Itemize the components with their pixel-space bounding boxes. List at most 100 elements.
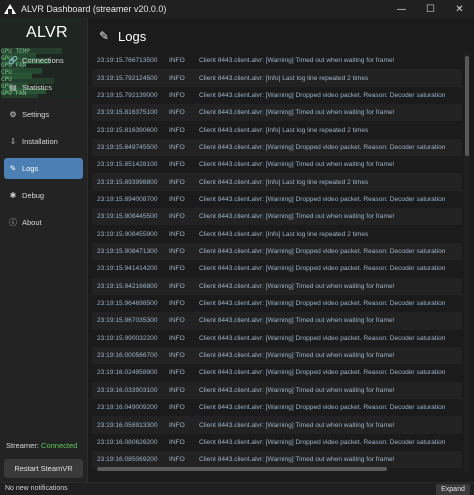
log-row: 23:19:15.908455900 INFO Client 8443.client…: [92, 226, 462, 243]
log-row: 23:19:15.967035300 INFO Client 8443.client…: [92, 312, 462, 330]
logs-icon: ✎: [9, 164, 17, 173]
log-level: INFO: [169, 230, 185, 238]
sidebar-item-debug[interactable]: ✱ Debug: [4, 185, 83, 206]
log-level: INFO: [169, 109, 185, 117]
log-message: Client 8443.client.alvr: [Warning] Dropp…: [199, 91, 446, 99]
log-level: INFO: [169, 57, 185, 65]
log-message: Client 8443.client.alvr: [Warning] Dropp…: [199, 438, 446, 446]
log-timestamp: 23:19:15.941414200: [97, 265, 158, 273]
notification-bar: No new notifications Expand: [0, 482, 474, 495]
main-panel: ✎ Logs 23:19:15.766713500 INFO Client 8443…: [89, 18, 474, 482]
log-row: 23:19:16.080626200 INFO Client 8443.client…: [92, 434, 462, 451]
log-level: INFO: [169, 317, 185, 325]
log-timestamp: 23:19:15.792124500: [97, 74, 158, 82]
log-message: Client 8443.client.alvr: [Info] Last log…: [199, 126, 369, 134]
sidebar-item-label: Settings: [22, 110, 50, 119]
maximize-button[interactable]: ☐: [416, 0, 445, 18]
log-level: INFO: [169, 386, 185, 394]
log-row: 23:19:15.816390600 INFO Client 8443.client…: [92, 121, 462, 138]
log-message: Client 8443.client.alvr: [Warning] Timed…: [199, 161, 395, 169]
notification-text: No new notifications: [5, 485, 68, 492]
log-row: 23:19:15.942166800 INFO Client 8443.client…: [92, 277, 462, 295]
log-timestamp: 23:19:15.964698500: [97, 300, 158, 308]
log-timestamp: 23:19:15.967035300: [97, 317, 158, 325]
log-row: 23:19:15.792124500 INFO Client 8443.client…: [92, 69, 462, 87]
log-timestamp: 23:19:16.024958900: [97, 369, 158, 377]
streamer-status-value: Connected: [41, 441, 78, 450]
download-icon: ⇩: [9, 137, 17, 146]
log-row: 23:19:15.893998800 INFO Client 8443.client…: [92, 173, 462, 191]
restart-steamvr-button[interactable]: Restart SteamVR: [4, 459, 83, 478]
chart-icon: ▤: [9, 83, 17, 92]
sidebar-item-about[interactable]: ⓘ About: [4, 212, 83, 233]
log-timestamp: 23:19:15.894008700: [97, 195, 158, 203]
log-timestamp: 23:19:16.033903100: [97, 386, 158, 394]
log-level: INFO: [169, 248, 185, 256]
log-message: Client 8443.client.alvr: [Warning] Timed…: [199, 456, 395, 464]
log-message: Client 8443.client.alvr: [Warning] Dropp…: [199, 248, 446, 256]
log-level: INFO: [169, 213, 185, 221]
sidebar-item-settings[interactable]: ⚙ Settings: [4, 104, 83, 125]
log-message: Client 8443.client.alvr: [Warning] Dropp…: [199, 195, 446, 203]
brand-title: ALVR: [26, 24, 68, 41]
log-level: INFO: [169, 404, 185, 412]
sidebar-item-installation[interactable]: ⇩ Installation: [4, 131, 83, 152]
minimize-button[interactable]: —: [387, 0, 416, 18]
page-header: ✎ Logs: [97, 26, 146, 46]
log-message: Client 8443.client.alvr: [Info] Last log…: [199, 178, 369, 186]
gear-icon: ⚙: [9, 110, 17, 119]
alvr-logo-icon: [4, 3, 16, 15]
log-timestamp: 23:19:15.849745500: [97, 143, 158, 151]
info-icon: ⓘ: [9, 218, 17, 227]
log-row: 23:19:15.792139000 INFO Client 8443.client…: [92, 87, 462, 104]
log-timestamp: 23:19:16.080626200: [97, 438, 158, 446]
log-timestamp: 23:19:15.766713500: [97, 57, 158, 65]
window-controls: — ☐ ✕: [387, 0, 474, 18]
streamer-status: Streamer: Connected: [6, 441, 77, 450]
expand-button[interactable]: Expand: [436, 484, 470, 495]
log-message: Client 8443.client.alvr: [Info] Last log…: [199, 230, 369, 238]
log-row: 23:19:16.000586700 INFO Client 8443.client…: [92, 346, 462, 365]
sidebar-item-connections[interactable]: 🔗 Connections: [4, 50, 83, 71]
log-level: INFO: [169, 334, 185, 342]
log-message: Client 8443.client.alvr: [Warning] Timed…: [199, 213, 395, 221]
page-title: Logs: [118, 28, 147, 44]
horizontal-scrollbar[interactable]: [97, 467, 387, 471]
log-level: INFO: [169, 421, 185, 429]
log-timestamp: 23:19:15.792139000: [97, 91, 158, 99]
log-row: 23:19:16.058913300 INFO Client 8443.client…: [92, 416, 462, 434]
log-row: 23:19:15.941414200 INFO Client 8443.client…: [92, 260, 462, 277]
log-message: Client 8443.client.alvr: [Warning] Timed…: [199, 386, 395, 394]
log-message: Client 8443.client.alvr: [Warning] Timed…: [199, 282, 395, 290]
log-row: 23:19:16.085069200 INFO Client 8443.client…: [92, 451, 462, 469]
sidebar-item-logs[interactable]: ✎ Logs: [4, 158, 83, 179]
log-row: 23:19:15.908471300 INFO Client 8443.client…: [92, 242, 462, 261]
log-row: 23:19:15.908445500 INFO Client 8443.client…: [92, 208, 462, 226]
log-timestamp: 23:19:15.851428100: [97, 161, 158, 169]
sidebar-item-statistics[interactable]: ▤ Statistics: [4, 77, 83, 98]
log-row: 23:19:15.964698500 INFO Client 8443.client…: [92, 295, 462, 312]
log-list[interactable]: 23:19:15.766713500 INFO Client 8443.client…: [92, 52, 462, 472]
sidebar: GPU TEMP GPU GPU FAN CPU CPU GPU GPU FAN ALVR …: [0, 18, 88, 482]
sidebar-item-label: Connections: [22, 56, 64, 65]
vertical-scrollbar[interactable]: [464, 52, 470, 472]
log-level: INFO: [169, 352, 185, 360]
log-level: INFO: [169, 126, 185, 134]
close-button[interactable]: ✕: [445, 0, 474, 18]
log-message: Client 8443.client.alvr: [Warning] Timed…: [199, 421, 395, 429]
log-message: Client 8443.client.alvr: [Warning] Dropp…: [199, 300, 446, 308]
log-message: Client 8443.client.alvr: [Info] Last log…: [199, 74, 369, 82]
log-row: 23:19:15.894008700 INFO Client 8443.client…: [92, 191, 462, 208]
log-message: Client 8443.client.alvr: [Warning] Timed…: [199, 57, 395, 65]
log-message: Client 8443.client.alvr: [Warning] Dropp…: [199, 404, 446, 412]
log-row: 23:19:16.033903100 INFO Client 8443.client…: [92, 381, 462, 399]
vertical-scrollbar-thumb[interactable]: [465, 56, 469, 156]
title-bar: ALVR Dashboard (streamer v20.0.0) — ☐ ✕: [0, 0, 474, 18]
logs-icon: ✎: [98, 29, 110, 43]
log-timestamp: 23:19:16.085069200: [97, 456, 158, 464]
log-timestamp: 23:19:16.058913300: [97, 421, 158, 429]
sidebar-item-label: Statistics: [22, 83, 53, 92]
log-message: Client 8443.client.alvr: [Warning] Timed…: [199, 352, 395, 360]
log-level: INFO: [169, 300, 185, 308]
log-level: INFO: [169, 143, 185, 151]
